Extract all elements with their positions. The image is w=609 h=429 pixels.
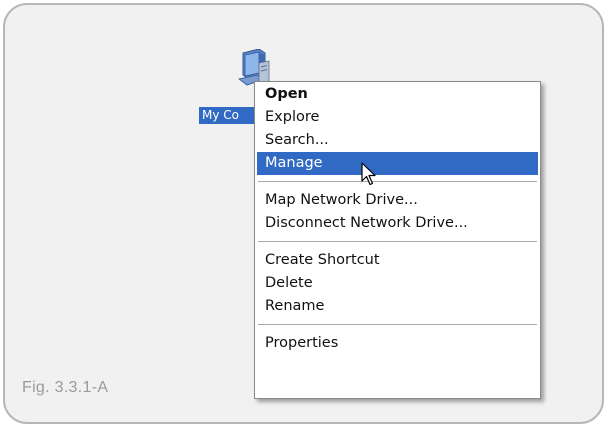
menu-separator <box>258 181 537 182</box>
menu-item-rename[interactable]: Rename <box>257 295 538 318</box>
menu-item-manage[interactable]: Manage <box>257 152 538 175</box>
figure-frame: My Co Open Explore Search... Manage Map Netw… <box>3 3 604 424</box>
context-menu: Open Explore Search... Manage Map Network Dr… <box>254 81 541 399</box>
menu-separator <box>258 324 537 325</box>
figure-caption: Fig. 3.3.1-A <box>22 379 109 396</box>
menu-item-explore[interactable]: Explore <box>257 106 538 129</box>
menu-item-open[interactable]: Open <box>257 83 538 106</box>
menu-item-search[interactable]: Search... <box>257 129 538 152</box>
desktop-icon-label: My Co <box>199 107 261 124</box>
arrow-cursor-icon <box>361 162 376 186</box>
menu-item-disconnect-network-drive[interactable]: Disconnect Network Drive... <box>257 212 538 235</box>
menu-item-delete[interactable]: Delete <box>257 272 538 295</box>
menu-item-properties[interactable]: Properties <box>257 332 538 355</box>
menu-item-map-network-drive[interactable]: Map Network Drive... <box>257 189 538 212</box>
menu-item-create-shortcut[interactable]: Create Shortcut <box>257 249 538 272</box>
menu-separator <box>258 241 537 242</box>
